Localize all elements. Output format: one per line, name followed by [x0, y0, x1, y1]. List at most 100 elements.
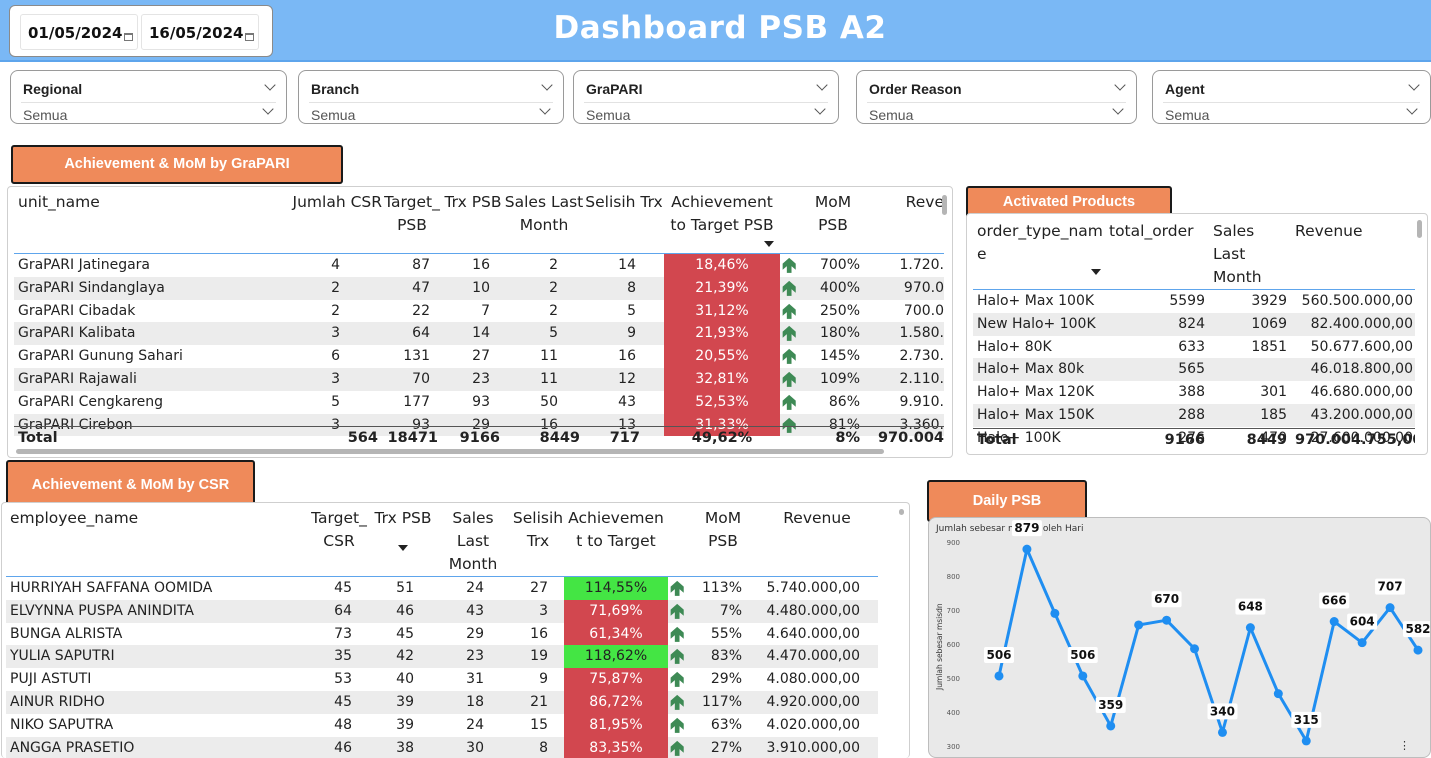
- table-row[interactable]: GraPARI Cibadak 2 22 7 2 5 31,12% 🢁 250% 700.0: [14, 299, 944, 323]
- data-point[interactable]: [1413, 645, 1423, 655]
- csr-table-panel: employee_name Target_ CSR Trx PSB Sales …: [1, 502, 910, 758]
- table-row[interactable]: GraPARI Sindanglaya 2 47 10 2 8 21,39% 🢁 400% 970…: [14, 276, 944, 300]
- table-row[interactable]: Halo+ Max 150K 288 185 43.200.000,00: [973, 403, 1415, 427]
- col-sales-last-month[interactable]: Sales Last Month: [1209, 214, 1291, 290]
- col-jumlah-csr[interactable]: Jumlah CSR: [282, 187, 382, 254]
- col-mom-psb[interactable]: MoM PSB: [690, 503, 756, 577]
- table-row[interactable]: New Halo+ 100K 824 1069 82.400.000,00: [973, 312, 1415, 336]
- col-trx-psb[interactable]: Trx PSB: [372, 503, 434, 577]
- col-achievement[interactable]: Achievemen t to Target: [564, 503, 668, 577]
- table-row[interactable]: GraPARI Cengkareng 5 177 93 50 43 52,53% 🢁 86% 9.…: [14, 390, 944, 414]
- slicer-order-reason[interactable]: Order Reason Semua: [856, 70, 1137, 124]
- grapari-vscrollbar[interactable]: [942, 195, 947, 215]
- table-row[interactable]: BUNGA ALRISTA 73 45 29 16 61,34% 🢁 55% 4.640.000…: [6, 622, 878, 646]
- col-selisih-trx[interactable]: Selisih Trx: [512, 503, 564, 577]
- slicer-dropdown[interactable]: Semua: [867, 102, 1126, 123]
- table-row[interactable]: Halo+ Max 100K 5599 3929 560.500.000,00: [973, 290, 1415, 313]
- more-options-icon[interactable]: ⋮: [1399, 741, 1410, 752]
- cell-employee-name: ANGGA PRASETIO: [6, 736, 306, 758]
- data-point[interactable]: [1357, 638, 1367, 648]
- slicer-dropdown[interactable]: Semua: [309, 102, 553, 123]
- chevron-down-icon[interactable]: [262, 103, 274, 115]
- data-point[interactable]: [1301, 736, 1311, 746]
- table-row[interactable]: GraPARI Jatinegara 4 87 16 2 14 18,46% 🢁 700% 1.7…: [14, 253, 944, 277]
- cell-selisih: 3: [512, 599, 564, 623]
- cell-jumlah-csr: 3: [282, 367, 382, 391]
- table-row[interactable]: GraPARI Gunung Sahari 6 131 27 11 16 20,55% 🢁 14…: [14, 345, 944, 368]
- table-row[interactable]: PUJI ASTUTI 53 40 31 9 75,87% 🢁 29% 4.080.000,00: [6, 668, 878, 691]
- data-point[interactable]: [1134, 620, 1144, 630]
- table-row[interactable]: GraPARI Rajawali 3 70 23 11 12 32,81% 🢁 109% 2.11…: [14, 367, 944, 391]
- col-revenue[interactable]: Reve: [864, 187, 944, 254]
- table-row[interactable]: Halo+ Max 80k 565 46.018.800,00: [973, 358, 1415, 382]
- grapari-hscrollbar[interactable]: [16, 449, 884, 454]
- cell-selisih: 12: [584, 367, 664, 391]
- calendar-icon[interactable]: [245, 33, 254, 41]
- col-mom-psb[interactable]: MoM PSB: [802, 187, 864, 254]
- table-row[interactable]: Halo+ Max 120K 388 301 46.680.000,00: [973, 381, 1415, 404]
- data-point[interactable]: [1022, 544, 1032, 554]
- chevron-down-icon[interactable]: [816, 79, 828, 91]
- chevron-down-icon[interactable]: [264, 79, 276, 91]
- chevron-down-icon[interactable]: [1408, 79, 1420, 91]
- slicer-dropdown[interactable]: Semua: [21, 102, 276, 123]
- table-row[interactable]: NIKO SAPUTRA 48 39 24 15 81,95% 🢁 63% 4.020.000,…: [6, 713, 878, 737]
- products-vscrollbar[interactable]: [1417, 220, 1422, 238]
- cell-mom: 250%: [819, 302, 860, 319]
- chevron-down-icon[interactable]: [1114, 79, 1126, 91]
- sort-desc-icon[interactable]: [398, 545, 408, 551]
- data-point[interactable]: [1385, 603, 1395, 613]
- col-trx-psb[interactable]: Trx PSB: [442, 187, 504, 254]
- sort-desc-icon[interactable]: [1091, 269, 1101, 275]
- date-from-field[interactable]: 01/05/2024: [20, 14, 138, 50]
- col-order-type[interactable]: order_type_nam e: [973, 214, 1109, 290]
- data-point[interactable]: [1190, 644, 1200, 654]
- chevron-down-icon[interactable]: [814, 103, 826, 115]
- col-target-csr[interactable]: Target_ CSR: [306, 503, 372, 577]
- chart-title: Jumlah sebesar msisdn oleh Hari: [935, 524, 1083, 534]
- date-to-field[interactable]: 16/05/2024: [141, 14, 259, 50]
- slicer-dropdown[interactable]: Semua: [584, 102, 828, 123]
- slicer-agent[interactable]: Agent Semua: [1152, 70, 1431, 124]
- table-row[interactable]: GraPARI Kalibata 3 64 14 5 9 21,93% 🢁 180% 1.580.: [14, 322, 944, 346]
- col-total-order[interactable]: total_order: [1109, 214, 1209, 290]
- table-row[interactable]: ELVYNNA PUSPA ANINDITA 64 46 43 3 71,69% 🢁 7% 4.…: [6, 599, 878, 623]
- chevron-down-icon[interactable]: [539, 103, 551, 115]
- table-row[interactable]: Halo+ 80K 633 1851 50.677.600,00: [973, 336, 1415, 359]
- table-row[interactable]: HURRIYAH SAFFANA OOMIDA 45 51 24 27 114,55% 🢁 1…: [6, 576, 878, 600]
- col-sales-last-month[interactable]: Sales Last Month: [434, 503, 512, 577]
- data-point[interactable]: [1050, 608, 1060, 618]
- chevron-down-icon[interactable]: [1406, 103, 1418, 115]
- col-unit-name[interactable]: unit_name: [14, 187, 282, 254]
- table-row[interactable]: AINUR RIDHO 45 39 18 21 86,72% 🢁 117% 4.920.000,…: [6, 690, 878, 714]
- data-point[interactable]: [1106, 721, 1116, 731]
- col-revenue[interactable]: Revenue: [756, 503, 878, 577]
- col-employee-name[interactable]: employee_name: [6, 503, 306, 577]
- sort-desc-icon[interactable]: [764, 241, 774, 247]
- slicer-branch[interactable]: Branch Semua: [298, 70, 564, 124]
- slicer-grapari[interactable]: GraPARI Semua: [573, 70, 839, 124]
- slicer-regional[interactable]: Regional Semua: [10, 70, 287, 124]
- col-sales-last-month[interactable]: Sales Last Month: [504, 187, 584, 254]
- cell-target-csr: 48: [334, 716, 352, 733]
- data-point[interactable]: [1245, 623, 1255, 633]
- csr-vscrollbar[interactable]: [899, 509, 904, 515]
- cell-target: 177: [403, 393, 430, 410]
- data-point[interactable]: [1162, 615, 1172, 625]
- chevron-down-icon[interactable]: [1112, 103, 1124, 115]
- col-revenue[interactable]: Revenue: [1291, 214, 1415, 290]
- col-selisih-trx[interactable]: Selisih Trx: [584, 187, 664, 254]
- table-row[interactable]: ANGGA PRASETIO 46 38 30 8 83,35% 🢁 27% 3.910.000…: [6, 736, 878, 758]
- cell-mom-arrow: 🢁: [668, 623, 690, 646]
- data-point[interactable]: [1273, 689, 1283, 699]
- slicer-dropdown[interactable]: Semua: [1163, 102, 1420, 123]
- data-point[interactable]: [1217, 727, 1227, 737]
- data-point[interactable]: [1329, 617, 1339, 627]
- data-point[interactable]: [1078, 671, 1088, 681]
- chevron-down-icon[interactable]: [541, 79, 553, 91]
- data-point[interactable]: [994, 671, 1004, 681]
- table-row[interactable]: YULIA SAPUTRI 35 42 23 19 118,62% 🢁 83% 4.470.00…: [6, 645, 878, 669]
- col-achievement[interactable]: Achievement to Target PSB: [664, 187, 780, 254]
- calendar-icon[interactable]: [124, 33, 133, 41]
- col-target-psb[interactable]: Target_ PSB: [382, 187, 442, 254]
